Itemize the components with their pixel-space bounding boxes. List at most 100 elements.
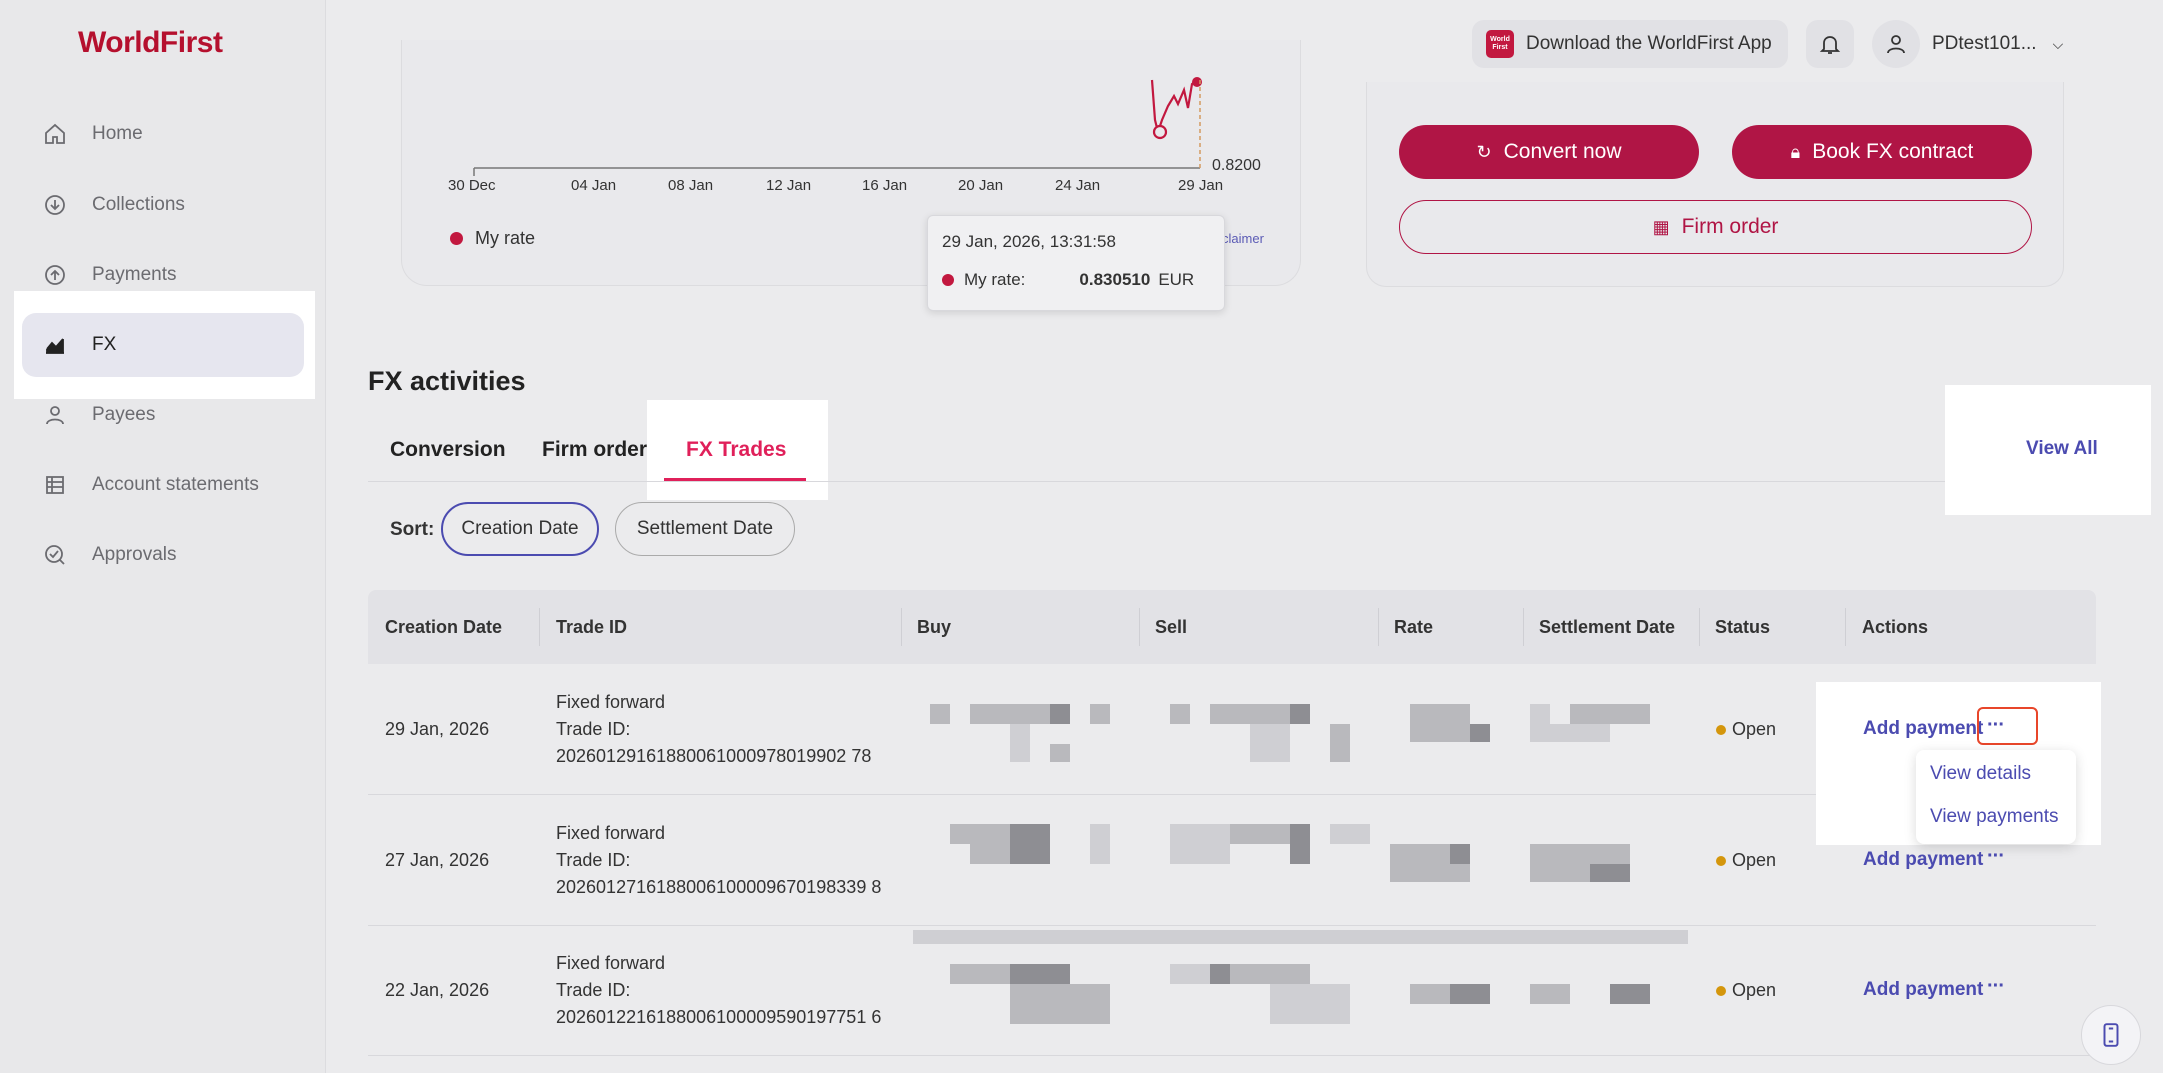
active-tab-underline xyxy=(664,478,806,481)
sidebar-item-label: FX xyxy=(92,334,117,355)
firm-order-button[interactable]: ▦ Firm order xyxy=(1399,200,2032,254)
sidebar-item-label: Payees xyxy=(92,404,156,425)
col-settlement-date: Settlement Date xyxy=(1539,617,1676,637)
book-fx-contract-button[interactable]: 🔒︎ Book FX contract xyxy=(1732,125,2032,179)
tab-conversion[interactable]: Conversion xyxy=(390,438,506,462)
col-sell: Sell xyxy=(1155,617,1188,637)
cell-trade-type: Fixed forward xyxy=(556,692,666,712)
sidebar-item-collections[interactable]: Collections xyxy=(22,173,304,237)
x-tick: 12 Jan xyxy=(766,177,812,194)
sidebar-item-payees[interactable]: Payees xyxy=(22,383,304,447)
tab-firm-order[interactable]: Firm order xyxy=(542,438,647,462)
col-status: Status xyxy=(1715,617,1771,637)
disclaimer-link[interactable]: claimer xyxy=(1222,231,1264,246)
col-creation-date: Creation Date xyxy=(385,617,503,637)
book-fx-label: Book FX contract xyxy=(1812,140,1974,163)
firm-order-label: Firm order xyxy=(1681,215,1779,238)
col-trade-id: Trade ID xyxy=(556,617,628,637)
x-tick: 04 Jan xyxy=(571,177,617,194)
add-payment-link[interactable]: Add payment xyxy=(1863,979,1983,1001)
sidebar-item-label: Approvals xyxy=(92,544,177,565)
legend-dot xyxy=(450,232,463,245)
worldfirst-logo[interactable]: WorldFirst xyxy=(78,26,223,60)
more-actions-button[interactable]: ··· xyxy=(1987,845,2005,868)
sort-creation-date[interactable]: Creation Date xyxy=(441,502,599,556)
column-divider xyxy=(1699,608,1700,646)
column-divider xyxy=(1378,608,1379,646)
legend-label: My rate xyxy=(475,228,536,248)
more-actions-button[interactable]: ··· xyxy=(1987,975,2005,998)
view-all-link[interactable]: View All xyxy=(2026,438,2098,460)
sidebar-item-payments[interactable]: Payments xyxy=(22,243,304,307)
column-divider xyxy=(539,608,540,646)
row-actions-menu: View details View payments xyxy=(1916,750,2076,844)
sort-settlement-date[interactable]: Settlement Date xyxy=(615,502,795,556)
status-label: Open xyxy=(1732,980,1777,1000)
notifications-button[interactable] xyxy=(1806,20,1854,68)
lock-icon: 🔒︎ xyxy=(1790,141,1801,162)
tooltip-dot xyxy=(942,274,954,286)
statements-icon xyxy=(42,472,68,498)
cell-trade-id: 2026012216188006100009590197751 6 xyxy=(556,1007,882,1027)
sidebar-item-label: Home xyxy=(92,123,143,144)
cell-creation-date: 27 Jan, 2026 xyxy=(385,850,490,870)
col-actions: Actions xyxy=(1862,617,1929,637)
col-buy: Buy xyxy=(917,617,952,637)
download-app-button[interactable]: World First Download the WorldFirst App xyxy=(1472,20,1788,68)
user-menu[interactable]: PDtest101... ⌵ xyxy=(1872,20,2078,68)
rate-chart xyxy=(473,77,1202,176)
convert-now-label: Convert now xyxy=(1503,140,1622,163)
status-dot xyxy=(1716,985,1726,996)
order-icon: ▦ xyxy=(1652,216,1670,237)
tabs-divider xyxy=(368,481,2096,482)
x-tick: 08 Jan xyxy=(668,177,714,194)
cell-trade-id-label: Trade ID: xyxy=(556,980,631,1000)
payments-icon xyxy=(42,262,68,288)
cell-creation-date: 29 Jan, 2026 xyxy=(385,719,490,739)
approvals-icon xyxy=(42,542,68,568)
sidebar: WorldFirst Home Collections Payments FX … xyxy=(0,0,326,1073)
chart-legend: My rate xyxy=(450,228,535,249)
tooltip-label: My rate: xyxy=(964,270,1026,289)
status-badge: Open xyxy=(1716,850,1776,871)
collections-icon xyxy=(42,192,68,218)
x-tick: 16 Jan xyxy=(862,177,908,194)
worldfirst-app-icon: World First xyxy=(1486,30,1514,58)
add-payment-link[interactable]: Add payment xyxy=(1863,718,1983,740)
x-tick: 20 Jan xyxy=(958,177,1004,194)
fx-actions-card xyxy=(1366,82,2064,287)
tooltip-datetime: 29 Jan, 2026, 13:31:58 xyxy=(942,232,1116,251)
cell-trade-id: 2026012716188006100009670198339 8 xyxy=(556,877,882,897)
sidebar-item-label: Account statements xyxy=(92,474,259,495)
x-tick: 30 Dec xyxy=(448,177,496,194)
status-label: Open xyxy=(1732,850,1777,870)
sidebar-item-approvals[interactable]: Approvals xyxy=(22,523,304,587)
phone-icon xyxy=(2103,1023,2119,1047)
sidebar-item-account-statements[interactable]: Account statements xyxy=(22,453,304,517)
status-dot xyxy=(1716,724,1726,735)
more-actions-button[interactable]: ··· xyxy=(1987,714,2005,737)
sidebar-item-fx[interactable]: FX xyxy=(22,313,304,377)
avatar xyxy=(1872,20,1920,68)
tab-fx-trades[interactable]: FX Trades xyxy=(686,438,786,462)
menu-item-view-payments[interactable]: View payments xyxy=(1930,806,2059,828)
sidebar-item-label: Collections xyxy=(92,194,185,215)
chart-tooltip: 29 Jan, 2026, 13:31:58 My rate: 0.830510… xyxy=(927,215,1225,311)
column-divider xyxy=(901,608,902,646)
status-dot xyxy=(1716,855,1726,866)
cell-trade-id-label: Trade ID: xyxy=(556,850,631,870)
add-payment-link[interactable]: Add payment xyxy=(1863,849,1983,871)
download-app-label: Download the WorldFirst App xyxy=(1526,33,1772,54)
status-badge: Open xyxy=(1716,980,1776,1001)
floating-help-button[interactable] xyxy=(2081,1005,2141,1065)
menu-item-view-details[interactable]: View details xyxy=(1930,763,2031,785)
column-divider xyxy=(1845,608,1846,646)
sidebar-item-home[interactable]: Home xyxy=(22,102,304,166)
username: PDtest101... xyxy=(1932,33,2037,54)
col-rate: Rate xyxy=(1394,617,1434,637)
convert-now-button[interactable]: ↻ Convert now xyxy=(1399,125,1699,179)
tooltip-value: 0.830510 xyxy=(1079,270,1151,289)
home-icon xyxy=(42,121,68,147)
column-divider xyxy=(1139,608,1140,646)
y-tick: 0.8200 xyxy=(1212,157,1261,174)
